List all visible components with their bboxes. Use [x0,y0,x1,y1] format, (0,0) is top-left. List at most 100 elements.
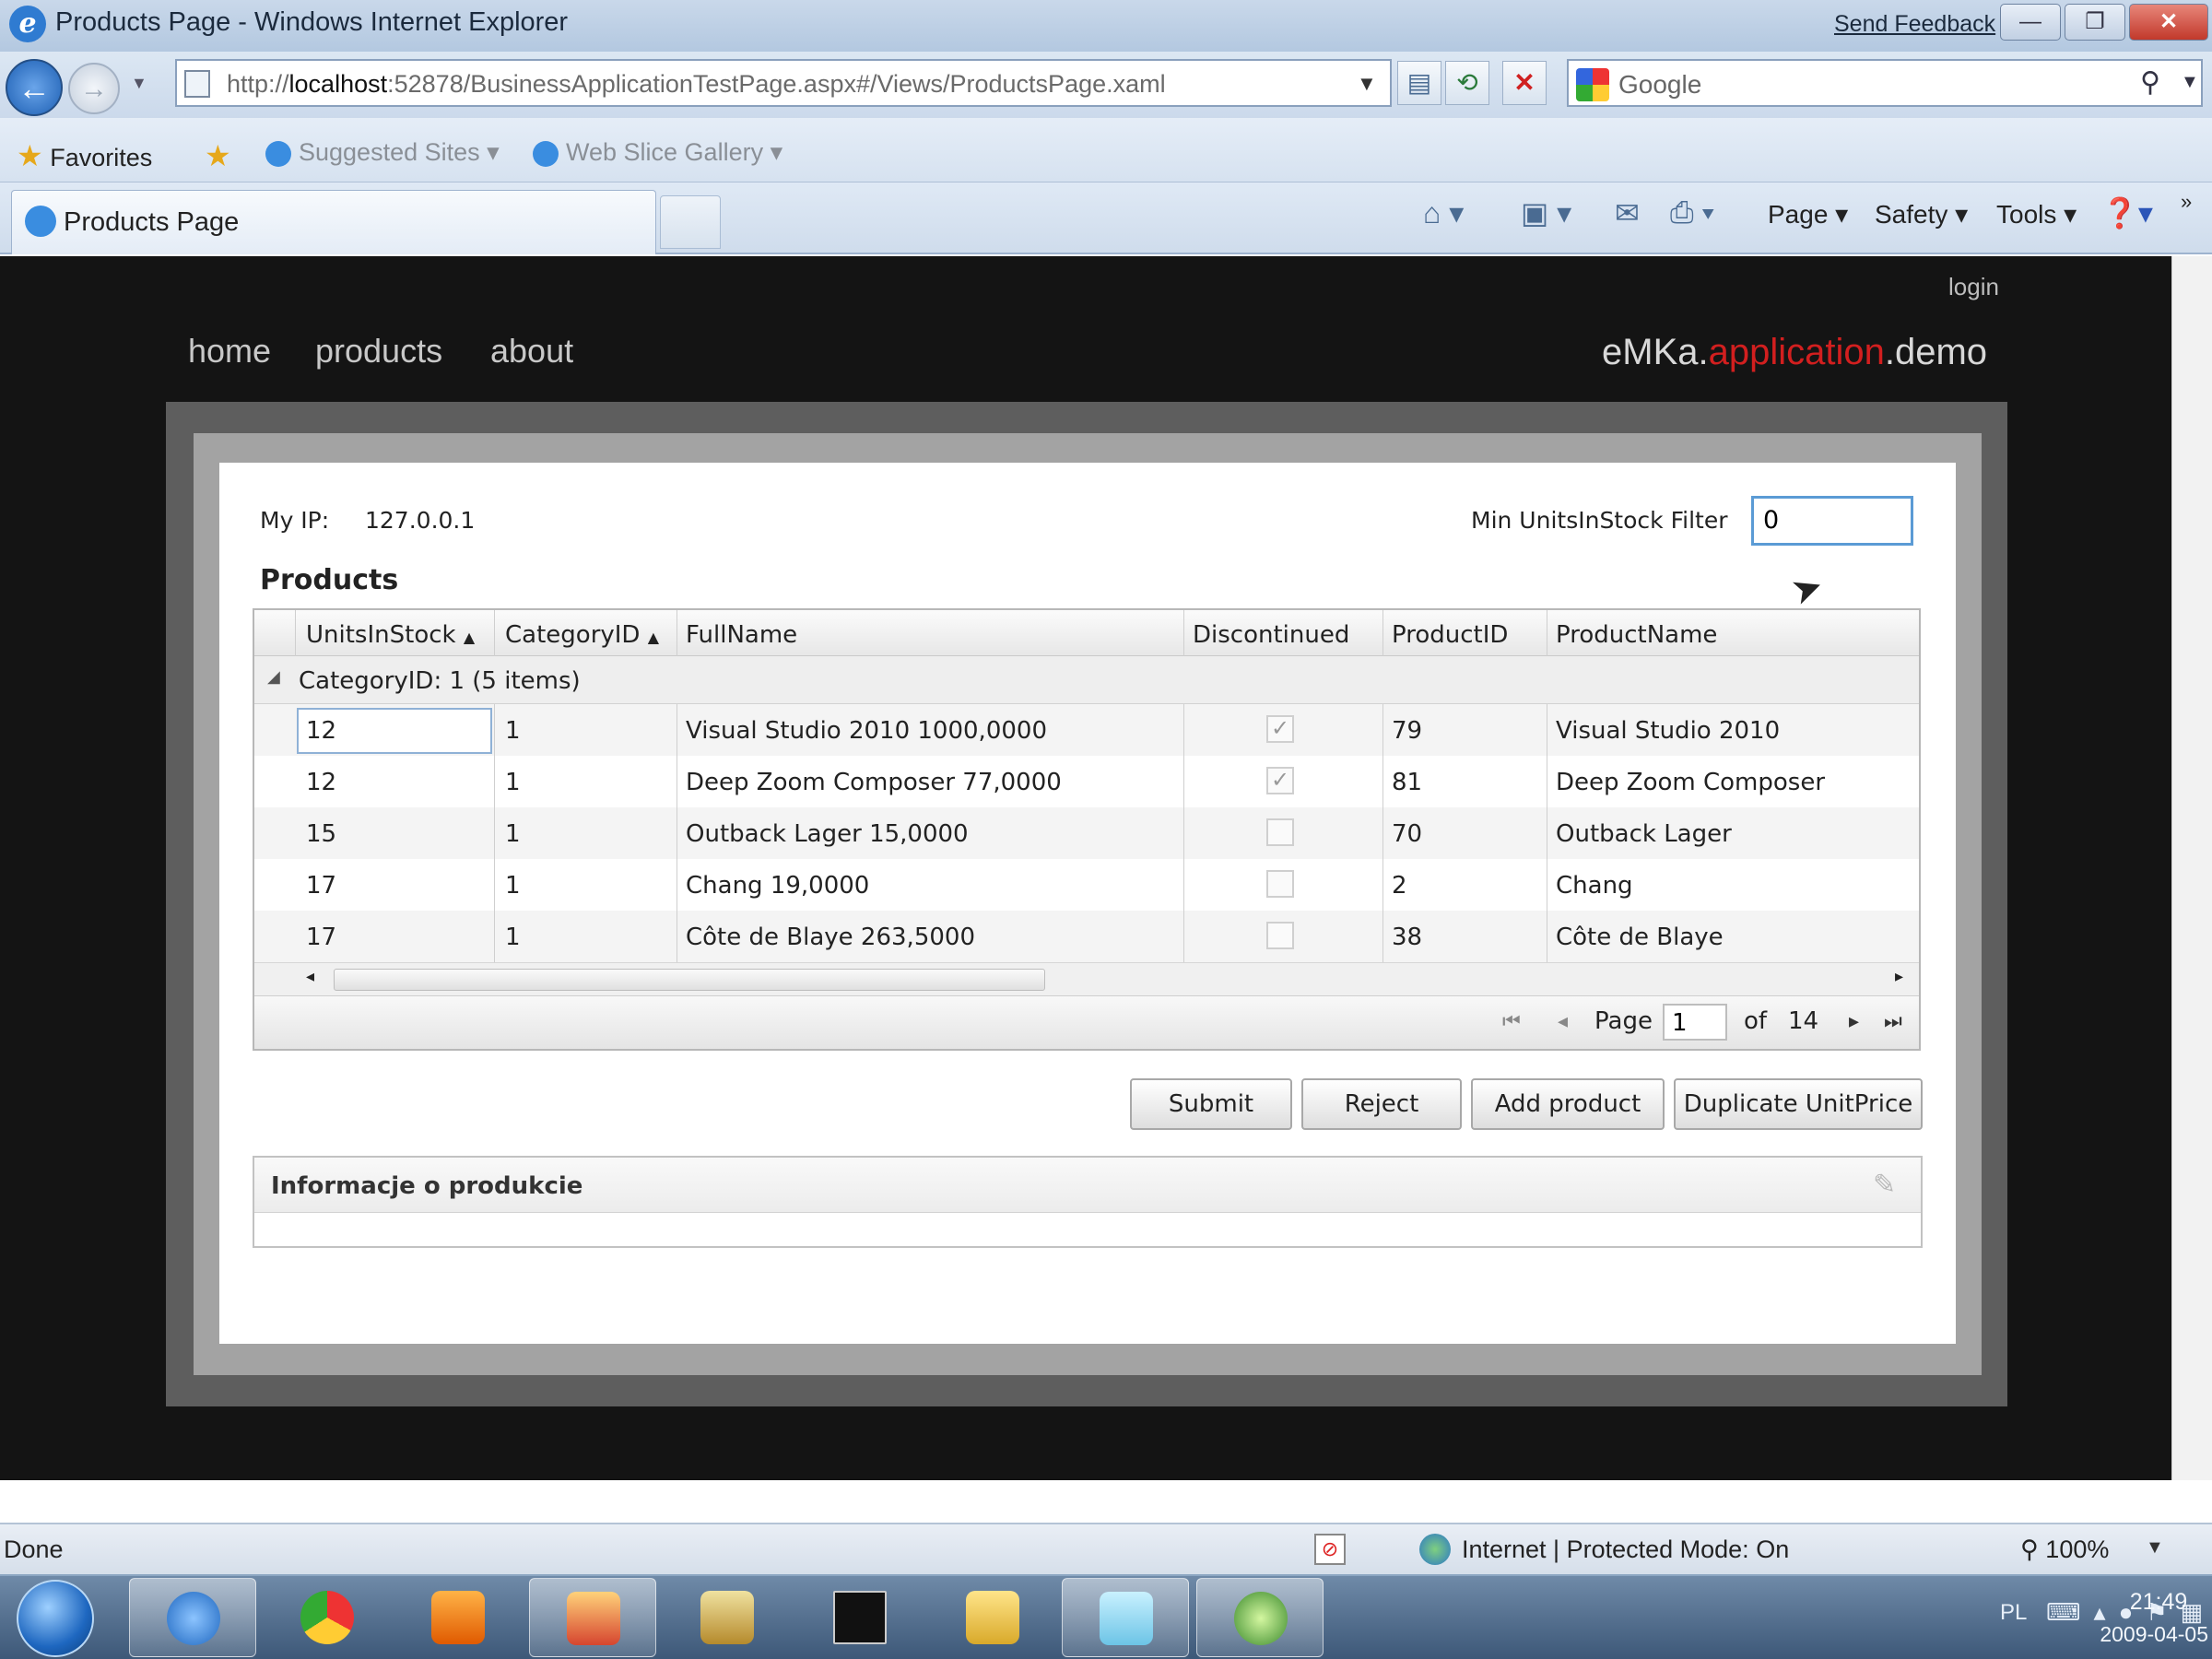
search-box[interactable]: Google ⚲ ▼ [1567,59,2203,107]
column-header-discontinued[interactable]: Discontinued [1193,621,1349,649]
nav-home[interactable]: home [188,332,271,371]
new-tab-button[interactable] [660,195,721,249]
cell-categoryid[interactable]: 1 [505,769,521,796]
cell-fullname[interactable]: Deep Zoom Composer 77,0000 [686,769,1062,796]
cell-unitsinstock[interactable]: 12 [306,717,336,745]
cell-unitsinstock[interactable]: 17 [306,924,336,951]
language-indicator[interactable]: PL [2000,1600,2027,1626]
taskbar-network-tool[interactable] [664,1578,791,1657]
cell-fullname[interactable]: Outback Lager 15,0000 [686,820,969,848]
previous-page-icon[interactable]: ◂ [1558,1009,1568,1033]
cell-productid[interactable]: 70 [1392,820,1422,848]
cell-unitsinstock[interactable]: 17 [306,872,336,900]
cell-categoryid[interactable]: 1 [505,872,521,900]
send-feedback-link[interactable]: Send Feedback [1834,11,1995,38]
cell-productname[interactable]: Visual Studio 2010 [1556,717,1780,745]
address-dropdown-icon[interactable]: ▼ [1357,72,1377,96]
discontinued-checkbox[interactable] [1266,870,1294,898]
recent-pages-dropdown[interactable]: ▼ [131,74,147,93]
column-header-categoryid[interactable]: CategoryID ▲ [505,621,659,649]
login-link[interactable]: login [1948,273,1999,301]
print-icon[interactable]: ⎙ ▾ [1670,195,1714,230]
cell-productid[interactable]: 2 [1392,872,1407,900]
zoom-dropdown-icon[interactable]: ▼ [2146,1537,2164,1559]
compatibility-view-icon[interactable]: ▤ [1397,61,1441,105]
discontinued-checkbox[interactable]: ✓ [1266,715,1294,743]
table-row[interactable]: 12 1 Visual Studio 2010 1000,0000 ✓ 79 V… [254,704,1919,756]
taskbar-notes[interactable] [1062,1578,1189,1657]
min-units-filter-input[interactable]: 0 [1751,496,1913,546]
page-scrollbar[interactable] [2171,256,2212,1480]
discontinued-checkbox[interactable] [1266,818,1294,846]
scrollbar-thumb[interactable] [334,969,1045,991]
maximize-button[interactable]: ❐ [2065,4,2125,41]
cell-productname[interactable]: Deep Zoom Composer [1556,769,1825,796]
add-product-button[interactable]: Add product [1471,1078,1665,1130]
clock-date[interactable]: 2009-04-05 [2083,1622,2208,1647]
add-favorites-icon[interactable]: ★ [205,138,231,173]
search-options-dropdown-icon[interactable]: ▼ [2181,72,2199,93]
home-icon[interactable]: ⌂ ▾ [1423,195,1464,230]
cell-fullname[interactable]: Visual Studio 2010 1000,0000 [686,717,1047,745]
pencil-icon[interactable]: ✎ [1873,1169,1896,1201]
search-icon[interactable]: ⚲ [2140,66,2160,99]
table-row[interactable]: 17 1 Côte de Blaye 263,5000 38 Côte de B… [254,911,1919,962]
submit-button[interactable]: Submit [1130,1078,1292,1130]
cell-productid[interactable]: 79 [1392,717,1422,745]
table-row[interactable]: 17 1 Chang 19,0000 2 Chang [254,859,1919,911]
clock-time[interactable]: 21:49 [2116,1589,2201,1616]
discontinued-checkbox[interactable]: ✓ [1266,767,1294,794]
mail-icon[interactable]: ✉ [1615,195,1640,230]
duplicate-unitprice-button[interactable]: Duplicate UnitPrice [1674,1078,1923,1130]
zoom-level[interactable]: ⚲ 100% [2020,1535,2109,1564]
safety-menu[interactable]: Safety ▾ [1875,199,1968,229]
security-zone-text[interactable]: Internet | Protected Mode: On [1462,1535,1789,1564]
column-header-productid[interactable]: ProductID [1392,621,1508,649]
minimize-button[interactable]: — [2000,4,2061,41]
cell-categoryid[interactable]: 1 [505,924,521,951]
start-button[interactable] [17,1580,94,1657]
column-header-fullname[interactable]: FullName [686,621,797,649]
page-number-input[interactable]: 1 [1663,1004,1727,1041]
back-button[interactable]: ← [6,59,63,116]
cell-unitsinstock[interactable]: 12 [306,769,336,796]
taskbar-chrome[interactable] [264,1578,391,1657]
forward-button[interactable]: → [68,63,120,114]
chevron-more-icon[interactable]: » [2181,190,2192,214]
scroll-left-icon[interactable]: ◂ [306,967,314,986]
url-text[interactable]: http://localhost:52878/BusinessApplicati… [227,70,1166,99]
cell-unitsinstock[interactable]: 15 [306,820,336,848]
cell-productname[interactable]: Outback Lager [1556,820,1732,848]
refresh-icon[interactable]: ⟲ [1445,61,1489,105]
nav-products[interactable]: products [315,332,442,371]
first-page-icon[interactable]: ⏮ [1502,1009,1521,1033]
cell-categoryid[interactable]: 1 [505,717,521,745]
taskbar-command-prompt[interactable] [796,1578,924,1657]
column-header-productname[interactable]: ProductName [1556,621,1717,649]
collapse-triangle-icon[interactable]: ◢ [267,667,280,687]
nav-about[interactable]: about [490,332,573,371]
taskbar-internet-explorer[interactable] [129,1578,256,1657]
last-page-icon[interactable]: ⏭ [1884,1009,1902,1033]
help-icon[interactable]: ❓▾ [2101,195,2153,230]
scroll-right-icon[interactable]: ▸ [1895,967,1903,986]
cell-fullname[interactable]: Côte de Blaye 263,5000 [686,924,975,951]
tab-products-page[interactable]: Products Page [11,190,656,254]
cell-productid[interactable]: 81 [1392,769,1422,796]
discontinued-checkbox[interactable] [1266,922,1294,949]
table-row[interactable]: 15 1 Outback Lager 15,0000 70 Outback La… [254,807,1919,859]
reject-button[interactable]: Reject [1301,1078,1462,1130]
column-header-unitsinstock[interactable]: UnitsInStock ▲ [306,621,475,649]
cell-productname[interactable]: Côte de Blaye [1556,924,1724,951]
taskbar-explorer[interactable] [929,1578,1056,1657]
cell-productid[interactable]: 38 [1392,924,1422,951]
stop-icon[interactable]: ✕ [1502,61,1547,105]
next-page-icon[interactable]: ▸ [1849,1009,1859,1033]
blocked-content-icon[interactable]: ⊘ [1314,1534,1346,1565]
horizontal-scrollbar[interactable]: ◂ ▸ [254,962,1919,995]
taskbar-media-player[interactable] [394,1578,522,1657]
group-header-row[interactable]: ◢ CategoryID: 1 (5 items) [254,656,1919,704]
favorites-button[interactable]: ★ Favorites [17,138,152,173]
taskbar-paint[interactable] [529,1578,656,1657]
page-menu[interactable]: Page ▾ [1768,199,1848,229]
